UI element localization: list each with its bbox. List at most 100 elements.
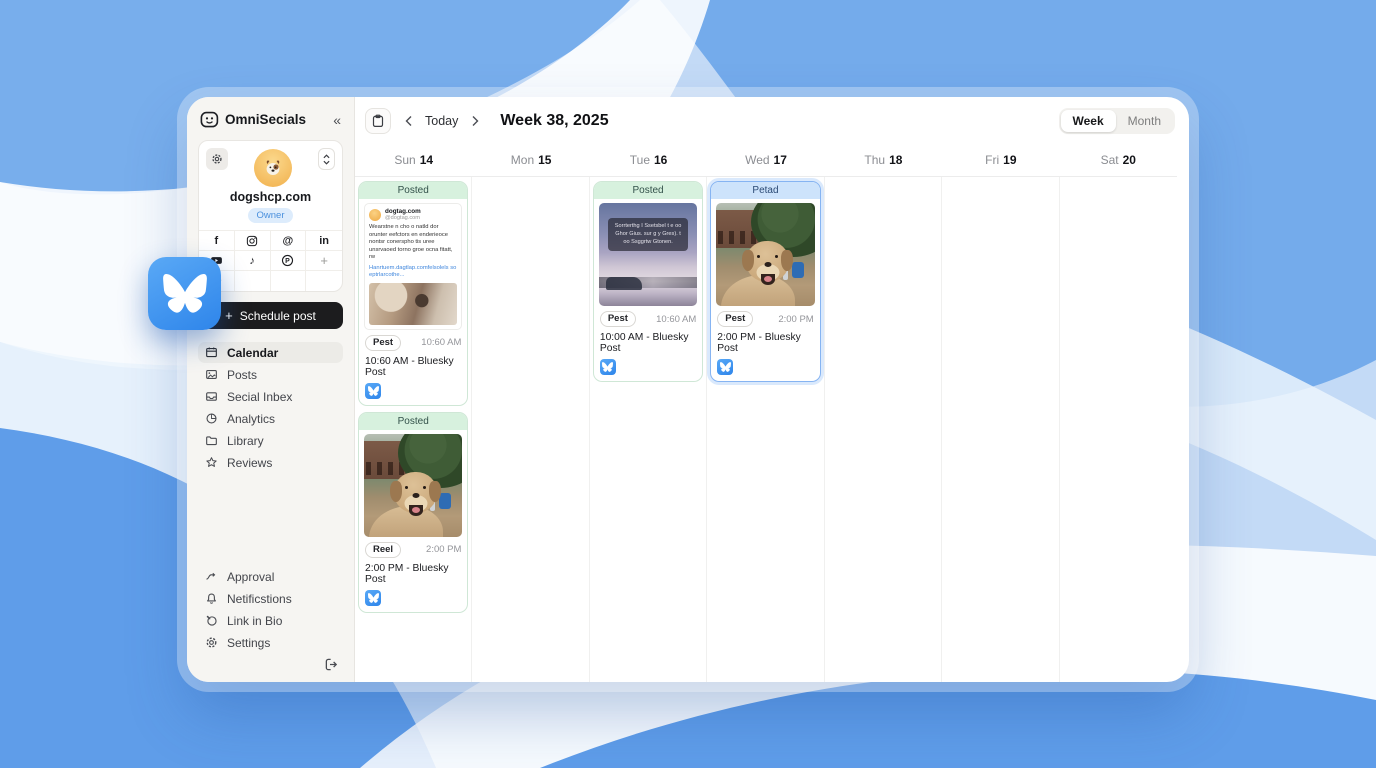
posts-icon	[205, 368, 218, 381]
instagram-icon[interactable]	[235, 231, 271, 251]
day-header-row: Sun14 Mon15 Tue16 Wed17 Thu18 Fri19 Sat2…	[355, 144, 1177, 177]
omnisocials-logo-icon	[200, 110, 219, 129]
profile-avatar[interactable]	[254, 149, 292, 187]
chevron-right-icon	[471, 115, 480, 127]
tiktok-icon[interactable]: ♪	[235, 251, 271, 271]
approval-icon	[205, 570, 218, 583]
chevron-up-icon	[323, 154, 330, 159]
empty-channel-cell	[235, 271, 271, 291]
inbox-icon	[205, 390, 218, 403]
sidebar-footer	[198, 653, 343, 672]
bluesky-butterfly-icon	[163, 274, 207, 313]
bluesky-platform-icon	[600, 359, 616, 375]
event-title: 2:00 PM - Bluesky Post	[364, 563, 462, 585]
event-status: Posted	[359, 182, 467, 199]
post-link-text: Hanrtuem.dagtlap.comfelsolels soeptrlarc…	[369, 265, 457, 280]
day-header-thu: Thu18	[825, 153, 942, 167]
next-week-button[interactable]	[466, 111, 484, 131]
bluesky-logo-badge	[148, 257, 221, 330]
day-column-fri[interactable]	[942, 177, 1059, 682]
day-header-sat: Sat20	[1060, 153, 1177, 167]
day-header-sun: Sun14	[355, 153, 472, 167]
settings-gear-icon	[205, 636, 218, 649]
sidebar-header: OmniSecials «	[198, 110, 343, 129]
sidebar-item-link-in-bio[interactable]: Link in Bio	[198, 610, 343, 631]
event-card-wed-selected[interactable]: Petad	[710, 181, 820, 382]
post-type-badge: Pest	[600, 311, 636, 327]
sidebar-item-approval[interactable]: Approval	[198, 566, 343, 587]
schedule-post-label: Schedule post	[240, 309, 316, 323]
day-column-thu[interactable]	[825, 177, 942, 682]
logout-icon[interactable]	[324, 657, 339, 672]
view-toggle-month[interactable]: Month	[1116, 110, 1173, 132]
week-grid: Posted dogtag.com @dogtag.com Wearstne n…	[355, 177, 1177, 682]
calendar-main: Today Week 38, 2025 Week Month Sun14 Mon…	[355, 97, 1189, 682]
app-name: OmniSecials	[225, 112, 327, 127]
bluesky-platform-icon	[365, 590, 381, 606]
pinterest-icon[interactable]: P	[271, 251, 307, 271]
day-column-tue[interactable]: Posted Sorrterthg I Ssetsbel t e oo Ghor…	[590, 177, 707, 682]
day-column-sat[interactable]	[1060, 177, 1177, 682]
profile-settings-button[interactable]	[206, 148, 228, 170]
svg-text:P: P	[286, 258, 291, 265]
post-type-badge: Pest	[717, 311, 753, 327]
clipboard-icon	[371, 114, 385, 128]
bluesky-platform-icon	[365, 383, 381, 399]
calendar-toolbar: Today Week 38, 2025 Week Month	[355, 97, 1189, 144]
day-header-wed: Wed17	[707, 153, 824, 167]
dog-illustration	[721, 241, 797, 306]
day-column-mon[interactable]	[472, 177, 589, 682]
sidebar-menu: Calendar Posts Secial Inbex Analytics Li…	[198, 342, 343, 473]
photo-overlay-text: Sorrterthg I Ssetsbel t e oo Ghor Gius. …	[608, 218, 689, 251]
facebook-icon[interactable]: f	[199, 231, 235, 251]
winter-photo-thumbnail: Sorrterthg I Ssetsbel t e oo Ghor Gius. …	[599, 203, 697, 306]
post-author-handle: @dogtag.com	[385, 215, 421, 221]
dog-photo-thumbnail	[716, 203, 814, 306]
event-card-sun-afternoon[interactable]: Posted	[358, 412, 468, 613]
threads-icon[interactable]: @	[271, 231, 307, 251]
sidebar-collapse-button[interactable]: «	[333, 112, 341, 128]
event-card-tue[interactable]: Posted Sorrterthg I Ssetsbel t e oo Ghor…	[593, 181, 703, 382]
event-card-sun-morning[interactable]: Posted dogtag.com @dogtag.com Wearstne n…	[358, 181, 468, 406]
day-column-sun[interactable]: Posted dogtag.com @dogtag.com Wearstne n…	[355, 177, 472, 682]
account-name: dogshcp.com	[206, 190, 335, 204]
sidebar: OmniSecials « dogshcp.com Owner f	[187, 97, 355, 682]
add-channel-button[interactable]: +	[306, 251, 342, 271]
sidebar-item-settings[interactable]: Settings	[198, 632, 343, 653]
analytics-icon	[205, 412, 218, 425]
bluesky-post-preview: dogtag.com @dogtag.com Wearstne n cho o …	[364, 203, 462, 330]
post-time: 2:00 PM	[778, 314, 813, 325]
calendar-picker-button[interactable]	[365, 108, 391, 134]
today-button[interactable]: Today	[425, 114, 458, 128]
post-photo	[369, 283, 457, 325]
event-title: 2:00 PM - Bluesky Post	[716, 332, 814, 354]
sidebar-item-calendar[interactable]: Calendar	[198, 342, 343, 363]
sidebar-item-library[interactable]: Library	[198, 430, 343, 451]
chevron-left-icon	[404, 115, 413, 127]
sidebar-item-notifications[interactable]: Netificstions	[198, 588, 343, 609]
account-switcher-stepper[interactable]	[318, 148, 335, 170]
view-toggle-week[interactable]: Week	[1061, 110, 1116, 132]
day-header-tue: Tue16	[590, 153, 707, 167]
event-status: Petad	[711, 182, 819, 199]
empty-channel-cell	[306, 271, 342, 291]
view-toggle: Week Month	[1059, 108, 1176, 134]
post-time: 10:60 AM	[421, 337, 461, 348]
day-column-wed[interactable]: Petad	[707, 177, 824, 682]
event-title: 10:60 AM - Bluesky Post	[364, 356, 462, 378]
sidebar-item-analytics[interactable]: Analytics	[198, 408, 343, 429]
sidebar-item-reviews[interactable]: Reviews	[198, 452, 343, 473]
dog-illustration	[369, 472, 445, 537]
calendar-icon	[205, 346, 218, 359]
prev-week-button[interactable]	[399, 111, 417, 131]
dog-avatar-illustration	[261, 156, 285, 180]
sidebar-item-social-inbox[interactable]: Secial Inbex	[198, 386, 343, 407]
star-icon	[205, 456, 218, 469]
sidebar-item-posts[interactable]: Posts	[198, 364, 343, 385]
event-status: Posted	[359, 413, 467, 430]
linkedin-icon[interactable]: in	[306, 231, 342, 251]
post-time: 2:00 PM	[426, 544, 461, 555]
dog-photo-thumbnail	[364, 434, 462, 537]
day-header-mon: Mon15	[472, 153, 589, 167]
app-window: OmniSecials « dogshcp.com Owner f	[187, 97, 1189, 682]
